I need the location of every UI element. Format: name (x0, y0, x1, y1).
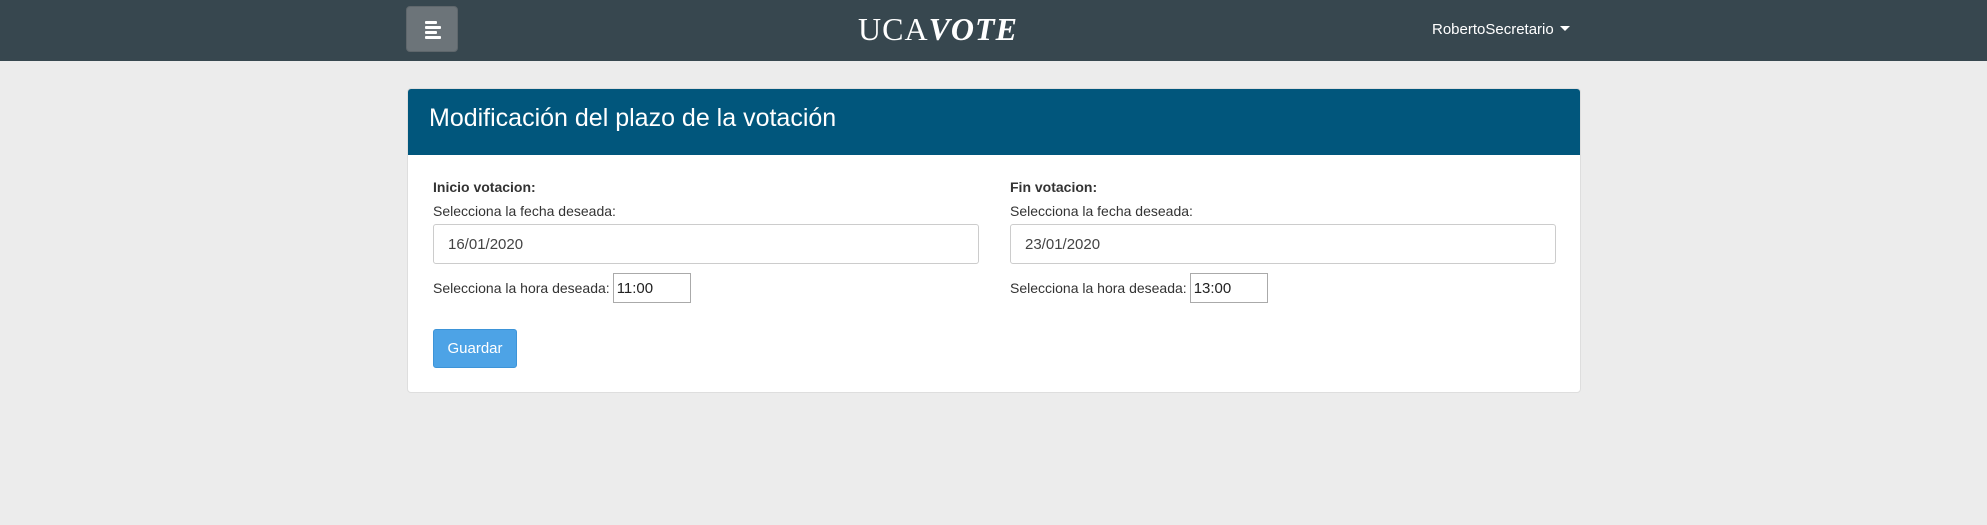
end-date-label: Selecciona la fecha deseada: (1010, 203, 1193, 219)
caret-down-icon (1559, 25, 1570, 31)
save-button[interactable]: Guardar (433, 329, 517, 368)
start-time-label: Selecciona la hora deseada: (433, 280, 610, 296)
start-date-input[interactable] (433, 224, 979, 264)
end-time-row: Selecciona la hora deseada: (1010, 272, 1556, 304)
brand-logo[interactable]: UCAVOTE (858, 7, 1018, 51)
end-time-label: Selecciona la hora deseada: (1010, 280, 1187, 296)
menu-icon (425, 21, 443, 39)
end-time-input[interactable] (1189, 273, 1268, 303)
sidebar-toggle-button[interactable] (406, 6, 458, 52)
voting-period-card: Modificación del plazo de la votación In… (407, 88, 1581, 393)
start-voting-section: Inicio votacion: Selecciona la fecha des… (433, 177, 979, 304)
start-date-label: Selecciona la fecha deseada: (433, 203, 616, 219)
user-name: RobertoSecretario (1432, 21, 1554, 38)
start-time-row: Selecciona la hora deseada: (433, 272, 979, 304)
brand-text-vote: VOTE (928, 11, 1018, 47)
end-voting-section: Fin votacion: Selecciona la fecha desead… (1010, 177, 1556, 304)
brand-text-uca: UCA (858, 11, 929, 47)
top-navbar: UCAVOTE RobertoSecretario (0, 0, 1987, 61)
card-title: Modificación del plazo de la votación (408, 89, 1580, 155)
user-dropdown[interactable]: RobertoSecretario (1432, 19, 1570, 41)
start-time-input[interactable] (612, 273, 691, 303)
end-voting-label: Fin votacion: (1010, 179, 1098, 195)
end-date-input[interactable] (1010, 224, 1556, 264)
start-voting-label: Inicio votacion: (433, 179, 536, 195)
